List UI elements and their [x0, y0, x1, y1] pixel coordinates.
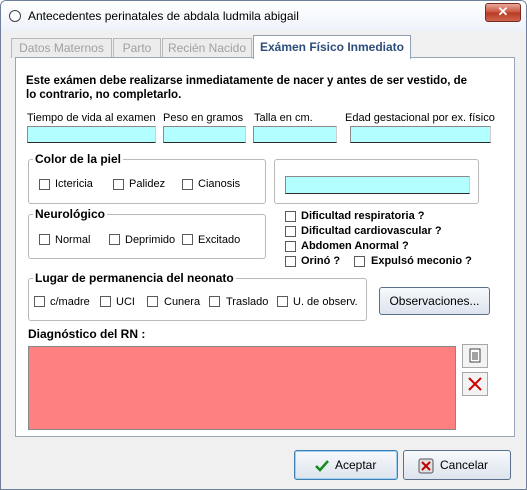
palidez-label: Palidez	[129, 178, 166, 190]
accept-label: Aceptar	[335, 458, 377, 472]
cancel-label: Cancelar	[440, 458, 489, 472]
peso-input[interactable]	[163, 126, 246, 143]
uci-label: UCI	[116, 296, 135, 308]
close-button[interactable]: ✕	[485, 3, 521, 22]
deprimido-label: Deprimido	[125, 234, 176, 246]
normal-checkbox[interactable]	[39, 234, 50, 245]
abdomen-anormal-label: Abdomen Anormal ?	[301, 240, 409, 252]
c-madre-label: c/madre	[50, 296, 90, 308]
excitado-checkbox[interactable]	[182, 234, 193, 245]
expulso-meconio-checkbox[interactable]	[354, 256, 365, 267]
deprimido-checkbox[interactable]	[109, 234, 120, 245]
cianosis-checkbox[interactable]	[182, 179, 193, 190]
c-madre-checkbox[interactable]	[34, 296, 45, 307]
dialog-window: Antecedentes perinatales de abdala ludmi…	[0, 0, 527, 490]
talla-input[interactable]	[253, 126, 337, 143]
expulso-meconio-label: Expulsó meconio ?	[371, 255, 472, 267]
tiempo-vida-label: Tiempo de vida al examen	[27, 112, 156, 124]
title-bar[interactable]: Antecedentes perinatales de abdala ludmi…	[1, 1, 526, 31]
talla-label: Talla en cm.	[254, 112, 313, 124]
notice-line-1: Este exámen debe realizarse inmediatamen…	[26, 75, 468, 87]
window-title: Antecedentes perinatales de abdala ludmi…	[28, 9, 299, 23]
color-piel-title: Color de la piel	[33, 152, 124, 166]
diagnostico-textarea[interactable]	[28, 346, 456, 430]
app-icon	[9, 10, 21, 22]
dificultad-cardiovascular-checkbox[interactable]	[285, 226, 296, 237]
lugar-title: Lugar de permanencia del neonato	[33, 271, 236, 285]
document-icon-button[interactable]	[462, 344, 488, 368]
dificultad-respiratoria-label: Dificultad respiratoria ?	[301, 210, 425, 222]
diagnostico-label: Diagnóstico del RN :	[28, 327, 146, 341]
cunera-label: Cunera	[164, 296, 201, 308]
document-icon	[469, 348, 481, 363]
orino-checkbox[interactable]	[285, 256, 296, 267]
excitado-label: Excitado	[198, 234, 241, 246]
tab-examen-fisico[interactable]: Exámen Físico Inmediato	[253, 35, 411, 59]
cianosis-label: Cianosis	[198, 178, 241, 190]
u-observ-label: U. de observ.	[293, 296, 358, 308]
cancel-button[interactable]: Cancelar	[403, 450, 511, 480]
tab-datos-maternos[interactable]: Datos Maternos	[11, 38, 112, 58]
palidez-checkbox[interactable]	[113, 179, 124, 190]
dificultad-cardiovascular-label: Dificultad cardiovascular ?	[301, 225, 442, 237]
accept-button[interactable]: Aceptar	[294, 450, 398, 480]
cancel-icon	[418, 458, 434, 474]
uci-checkbox[interactable]	[100, 296, 111, 307]
u-observ-checkbox[interactable]	[277, 296, 288, 307]
traslado-label: Traslado	[226, 296, 269, 308]
ictericia-checkbox[interactable]	[39, 179, 50, 190]
tiempo-vida-input[interactable]	[27, 126, 156, 143]
tab-recien-nacido[interactable]: Recién Nacido	[162, 38, 252, 58]
tab-parto[interactable]: Parto	[113, 38, 161, 58]
edad-gestacional-label: Edad gestacional por ex. físico	[345, 112, 495, 124]
observaciones-button[interactable]: Observaciones...	[379, 287, 490, 315]
notice-line-2: lo contrario, no completarlo.	[26, 89, 182, 101]
peso-label: Peso en gramos	[163, 112, 244, 124]
cunera-checkbox[interactable]	[147, 296, 158, 307]
otro-color-input[interactable]	[285, 176, 470, 194]
orino-label: Orinó ?	[301, 255, 341, 267]
normal-label: Normal	[55, 234, 91, 246]
delete-x-icon	[468, 377, 482, 391]
traslado-checkbox[interactable]	[209, 296, 220, 307]
neurologico-title: Neurológico	[33, 207, 108, 221]
abdomen-anormal-checkbox[interactable]	[285, 241, 296, 252]
dificultad-respiratoria-checkbox[interactable]	[285, 211, 296, 222]
delete-icon-button[interactable]	[462, 372, 488, 396]
edad-gestacional-input[interactable]	[350, 126, 491, 143]
ictericia-label: Ictericia	[55, 178, 93, 190]
check-icon	[315, 460, 329, 472]
